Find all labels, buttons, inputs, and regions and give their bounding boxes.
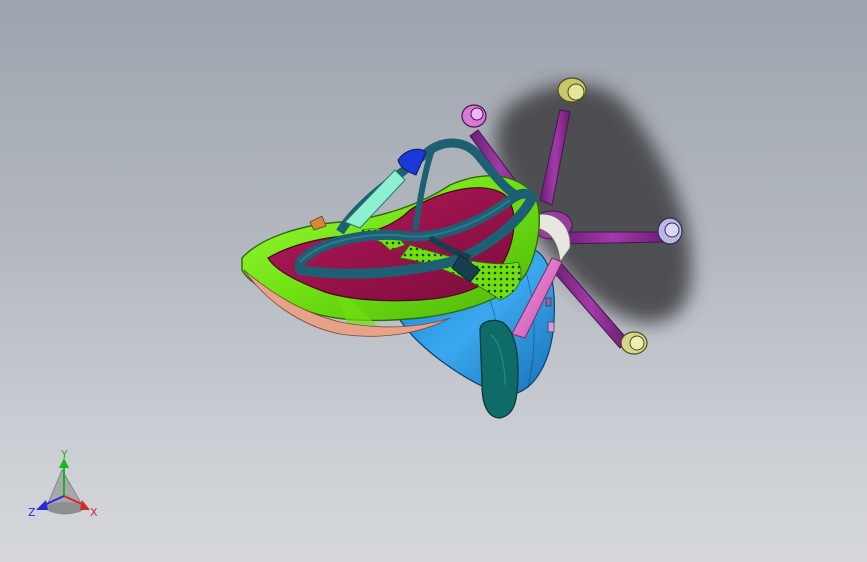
cad-viewport[interactable]: Y X Z <box>0 0 867 562</box>
axis-triad[interactable]: Y X Z <box>26 448 106 524</box>
caster-bottom-right <box>620 331 648 355</box>
chair-model[interactable] <box>0 0 867 562</box>
x-axis-label: X <box>90 506 98 519</box>
z-axis-label: Z <box>28 506 36 519</box>
caster-right <box>657 217 683 245</box>
caster-top <box>557 77 587 103</box>
y-axis-label: Y <box>60 448 68 461</box>
caster-left <box>461 104 487 128</box>
